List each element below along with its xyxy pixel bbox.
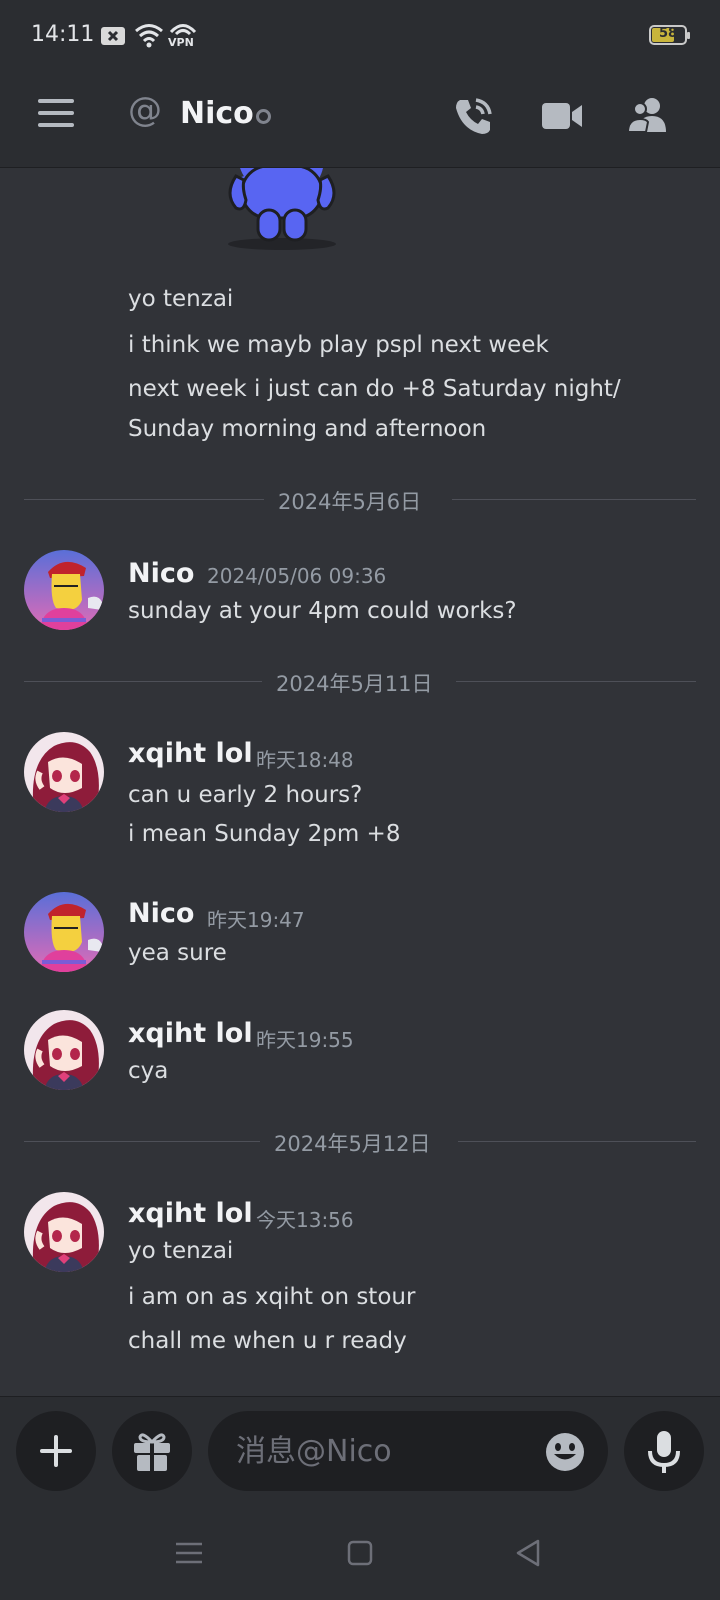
message-author[interactable]: Nico (128, 558, 194, 589)
offline-status-icon (256, 109, 271, 124)
back-icon[interactable] (512, 1536, 546, 1570)
date-divider: 2024年5月11日 (24, 666, 696, 696)
date-divider-label: 2024年5月6日 (278, 490, 422, 514)
message-timestamp: 2024/05/06 09:36 (207, 564, 387, 588)
message-text[interactable]: next week i just can do +8 Saturday nigh… (128, 376, 621, 402)
voice-call-icon[interactable] (452, 94, 496, 138)
message-author[interactable]: Nico (128, 898, 194, 929)
message-text[interactable]: can u early 2 hours? (128, 782, 362, 808)
message-text[interactable]: chall me when u r ready (128, 1328, 407, 1354)
message-text[interactable]: cya (128, 1058, 168, 1084)
status-time: 14:11 (31, 22, 95, 47)
channel-header: @ Nico (0, 72, 720, 168)
battery-level: 58 (658, 26, 678, 41)
message-author[interactable]: xqiht lol (128, 1198, 253, 1229)
battery-icon: 58 (649, 25, 690, 45)
message-author[interactable]: xqiht lol (128, 738, 253, 769)
vpn-icon: VPN (168, 20, 198, 54)
vpn-label: VPN (168, 36, 194, 49)
date-divider: 2024年5月12日 (24, 1126, 696, 1156)
home-icon[interactable] (343, 1536, 377, 1570)
message-text[interactable]: Sunday morning and afternoon (128, 416, 486, 442)
date-divider: 2024年5月6日 (24, 484, 696, 514)
message-timestamp: 今天13:56 (256, 1208, 354, 1232)
message-text[interactable]: yea sure (128, 940, 227, 966)
menu-icon[interactable] (38, 99, 76, 129)
message-text[interactable]: yo tenzai (128, 1238, 233, 1264)
recents-icon[interactable] (172, 1536, 206, 1570)
plus-icon[interactable] (16, 1411, 96, 1491)
notification-mute-icon (100, 25, 126, 51)
members-icon[interactable] (626, 94, 670, 138)
message-text[interactable]: i think we mayb play pspl next week (128, 332, 549, 358)
message-timestamp: 昨天19:55 (256, 1028, 354, 1052)
avatar[interactable] (24, 550, 104, 630)
date-divider-label: 2024年5月12日 (274, 1132, 431, 1156)
wumpus-sticker (228, 168, 336, 250)
gift-icon[interactable] (112, 1411, 192, 1491)
message-timestamp: 昨天19:47 (207, 908, 305, 932)
avatar[interactable] (24, 892, 104, 972)
emoji-icon[interactable] (544, 1431, 586, 1473)
message-list[interactable]: yo tenzai i think we mayb play pspl next… (0, 168, 720, 1396)
message-text[interactable]: yo tenzai (128, 286, 233, 312)
avatar[interactable] (24, 1192, 104, 1272)
message-timestamp: 昨天18:48 (256, 748, 354, 772)
message-text[interactable]: i mean Sunday 2pm +8 (128, 821, 400, 847)
microphone-icon[interactable] (624, 1411, 704, 1491)
video-call-icon[interactable] (540, 94, 584, 138)
avatar[interactable] (24, 732, 104, 812)
message-composer (0, 1396, 720, 1506)
avatar[interactable] (24, 1010, 104, 1090)
message-text[interactable]: i am on as xqiht on stour (128, 1284, 415, 1310)
message-text[interactable]: sunday at your 4pm could works? (128, 598, 517, 624)
date-divider-label: 2024年5月11日 (276, 672, 433, 696)
message-author[interactable]: xqiht lol (128, 1018, 253, 1049)
wifi-icon (134, 22, 164, 52)
system-nav-bar (0, 1506, 720, 1600)
status-bar: 14:11 VPN 58 (0, 0, 720, 72)
at-icon: @ (128, 90, 162, 130)
channel-name[interactable]: Nico (180, 96, 254, 131)
